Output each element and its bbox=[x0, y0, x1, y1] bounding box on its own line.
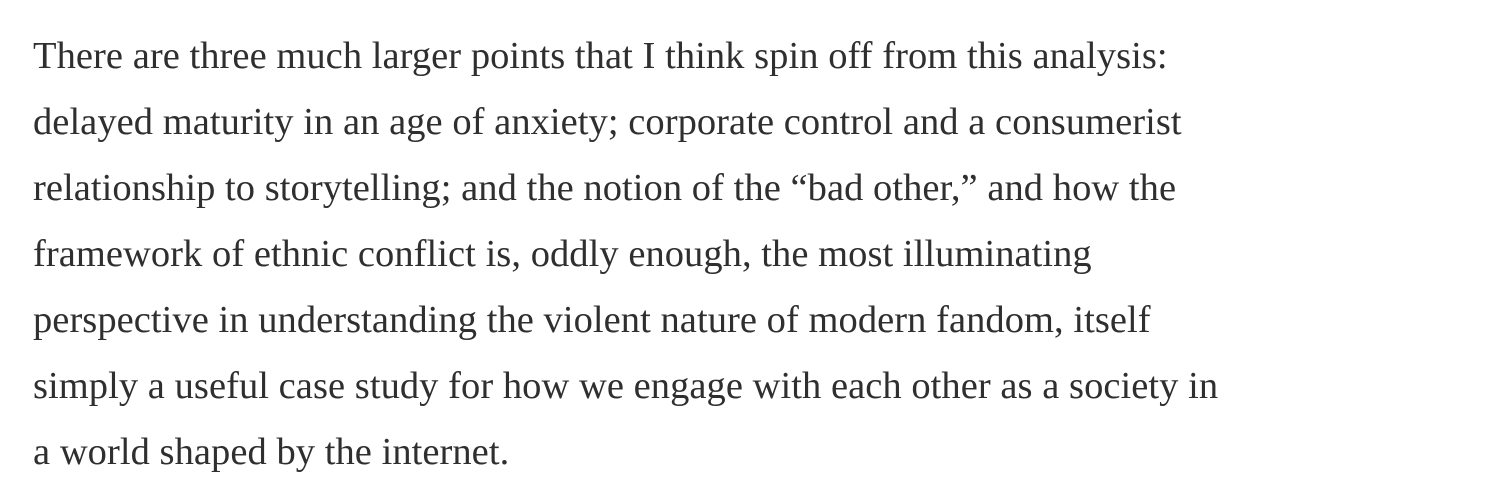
article-paragraph: There are three much larger points that … bbox=[33, 23, 1473, 485]
paragraph-line: a world shaped by the internet. bbox=[33, 431, 510, 473]
paragraph-line: delayed maturity in an age of anxiety; c… bbox=[33, 101, 1182, 143]
paragraph-line: framework of ethnic conflict is, oddly e… bbox=[33, 233, 1092, 275]
paragraph-line: perspective in understanding the violent… bbox=[33, 299, 1151, 341]
paragraph-line: There are three much larger points that … bbox=[33, 35, 1168, 77]
paragraph-line: simply a useful case study for how we en… bbox=[33, 365, 1219, 407]
paragraph-line: relationship to storytelling; and the no… bbox=[33, 167, 1177, 209]
